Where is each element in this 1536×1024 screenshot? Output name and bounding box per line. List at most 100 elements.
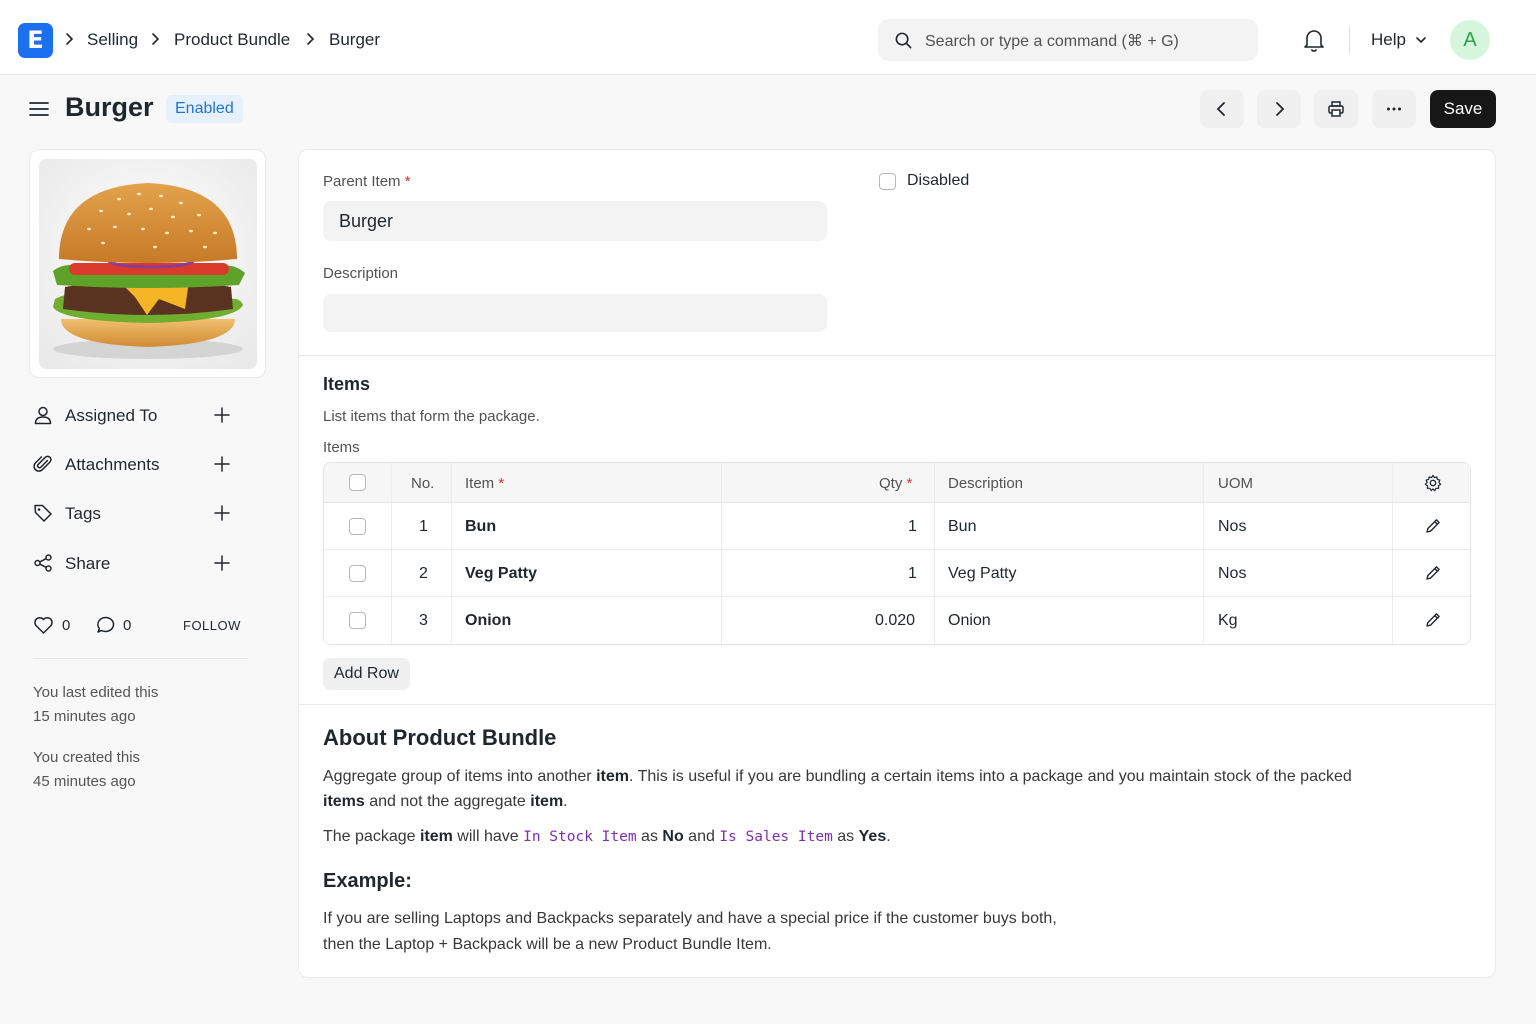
items-table: No. Item * Qty * Description UOM 1 Bun 1… <box>323 462 1471 645</box>
about-title: About Product Bundle <box>323 725 557 750</box>
section-divider <box>299 704 1495 705</box>
page-title: Burger <box>65 92 154 122</box>
row-checkbox[interactable] <box>349 612 366 629</box>
sidebar-item-tags[interactable]: Tags <box>33 498 243 528</box>
description-field[interactable] <box>323 294 827 332</box>
items-section-title: Items <box>323 374 371 394</box>
paperclip-icon <box>33 455 52 472</box>
example-paragraph: If you are selling Laptops and Backpacks… <box>323 906 1443 958</box>
section-divider <box>299 355 1495 356</box>
chevron-right-icon <box>152 33 160 45</box>
comment-icon[interactable] <box>96 615 117 635</box>
follow-button[interactable]: FOLLOW <box>183 618 241 633</box>
select-all-checkbox[interactable] <box>349 474 366 491</box>
more-horizontal-icon <box>1387 107 1401 111</box>
breadcrumb-burger[interactable]: Burger <box>329 30 380 50</box>
row-uom[interactable]: Nos <box>1218 565 1246 583</box>
row-qty[interactable]: 0.020 <box>875 612 915 630</box>
plus-icon[interactable] <box>213 406 231 424</box>
parent-item-value: Burger <box>339 211 394 231</box>
sidebar-item-attachments[interactable]: Attachments <box>33 449 243 479</box>
next-doc-button[interactable] <box>1257 90 1301 128</box>
burger-image <box>39 159 257 369</box>
created-line2: 45 minutes ago <box>33 773 136 790</box>
avatar[interactable]: A <box>1450 20 1490 60</box>
col-uom: UOM <box>1218 475 1253 492</box>
row-description[interactable]: Veg Patty <box>948 565 1017 583</box>
row-no: 2 <box>419 565 428 582</box>
col-description: Description <box>948 475 1024 492</box>
print-button[interactable] <box>1314 90 1358 128</box>
created-info: You created this 45 minutes ago <box>33 746 140 794</box>
row-uom[interactable]: Kg <box>1218 612 1238 630</box>
chevron-left-icon <box>1216 102 1225 116</box>
row-description[interactable]: Onion <box>948 612 991 630</box>
gear-icon[interactable] <box>1424 474 1442 492</box>
like-count: 0 <box>62 617 71 634</box>
help-menu[interactable]: Help <box>1371 30 1406 50</box>
example-title: Example: <box>323 870 412 892</box>
edit-icon[interactable] <box>1424 611 1442 629</box>
parent-item-label: Parent Item * <box>323 173 411 190</box>
row-no: 3 <box>419 612 428 629</box>
sidebar-divider <box>33 658 248 659</box>
created-line1: You created this <box>33 749 141 766</box>
parent-item-field[interactable]: Burger <box>323 201 827 241</box>
example-line-2: then the Laptop + Backpack will be a new… <box>323 936 772 953</box>
sidebar-item-label: Assigned To <box>65 406 158 425</box>
previous-doc-button[interactable] <box>1200 90 1244 128</box>
breadcrumb-selling[interactable]: Selling <box>87 30 138 50</box>
plus-icon[interactable] <box>213 504 231 522</box>
items-section-subtitle: List items that form the package. <box>323 408 540 425</box>
about-paragraph-2: The package item will have In Stock Item… <box>323 828 891 845</box>
breadcrumb-product-bundle[interactable]: Product Bundle <box>174 30 290 50</box>
add-row-button[interactable]: Add Row <box>323 658 410 690</box>
disabled-checkbox[interactable] <box>879 173 896 190</box>
bell-icon[interactable] <box>1303 28 1325 52</box>
about-paragraph-1: Aggregate group of items into another it… <box>323 768 1352 810</box>
row-item[interactable]: Bun <box>465 518 496 536</box>
sidebar-toggle-icon[interactable] <box>29 101 49 117</box>
row-qty[interactable]: 1 <box>908 518 917 536</box>
item-image-card[interactable] <box>29 149 266 378</box>
table-row[interactable]: 3 Onion 0.020 Onion Kg <box>324 597 1470 644</box>
heart-icon[interactable] <box>33 615 54 635</box>
last-edited-line2: 15 minutes ago <box>33 708 136 725</box>
table-row[interactable]: 2 Veg Patty 1 Veg Patty Nos <box>324 550 1470 597</box>
burger-illustration <box>39 159 257 369</box>
printer-icon <box>1328 101 1344 117</box>
plus-icon[interactable] <box>213 554 231 572</box>
row-uom[interactable]: Nos <box>1218 518 1246 536</box>
share-icon <box>34 554 52 572</box>
edit-icon[interactable] <box>1424 517 1442 535</box>
form-card: Parent Item * Burger Disabled Descriptio… <box>298 149 1496 978</box>
sidebar-item-label: Share <box>65 554 111 573</box>
row-checkbox[interactable] <box>349 518 366 535</box>
tag-icon <box>34 504 52 522</box>
row-no: 1 <box>419 518 428 535</box>
more-actions-button[interactable] <box>1372 90 1416 128</box>
sidebar-item-share[interactable]: Share <box>33 548 243 578</box>
sidebar-item-assigned-to[interactable]: Assigned To <box>33 400 243 430</box>
row-description[interactable]: Bun <box>948 518 976 536</box>
row-item[interactable]: Onion <box>465 612 511 630</box>
description-label: Description <box>323 265 399 282</box>
search-bar[interactable]: Search or type a command (⌘ + G) <box>878 19 1258 61</box>
chevron-down-icon[interactable] <box>1415 35 1427 45</box>
save-button[interactable]: Save <box>1430 90 1496 128</box>
sidebar-item-label: Tags <box>65 504 101 523</box>
app-logo[interactable]: E <box>18 23 53 58</box>
col-qty: Qty * <box>879 475 913 492</box>
edit-icon[interactable] <box>1424 564 1442 582</box>
table-row[interactable]: 1 Bun 1 Bun Nos <box>324 503 1470 550</box>
plus-icon[interactable] <box>213 455 231 473</box>
chevron-right-icon <box>307 33 315 45</box>
search-placeholder: Search or type a command (⌘ + G) <box>925 33 1179 50</box>
row-qty[interactable]: 1 <box>908 565 917 583</box>
status-badge: Enabled <box>166 95 243 123</box>
row-checkbox[interactable] <box>349 565 366 582</box>
search-icon <box>895 32 912 49</box>
col-no: No. <box>411 475 435 492</box>
col-item: Item * <box>465 475 505 492</box>
row-item[interactable]: Veg Patty <box>465 565 537 583</box>
